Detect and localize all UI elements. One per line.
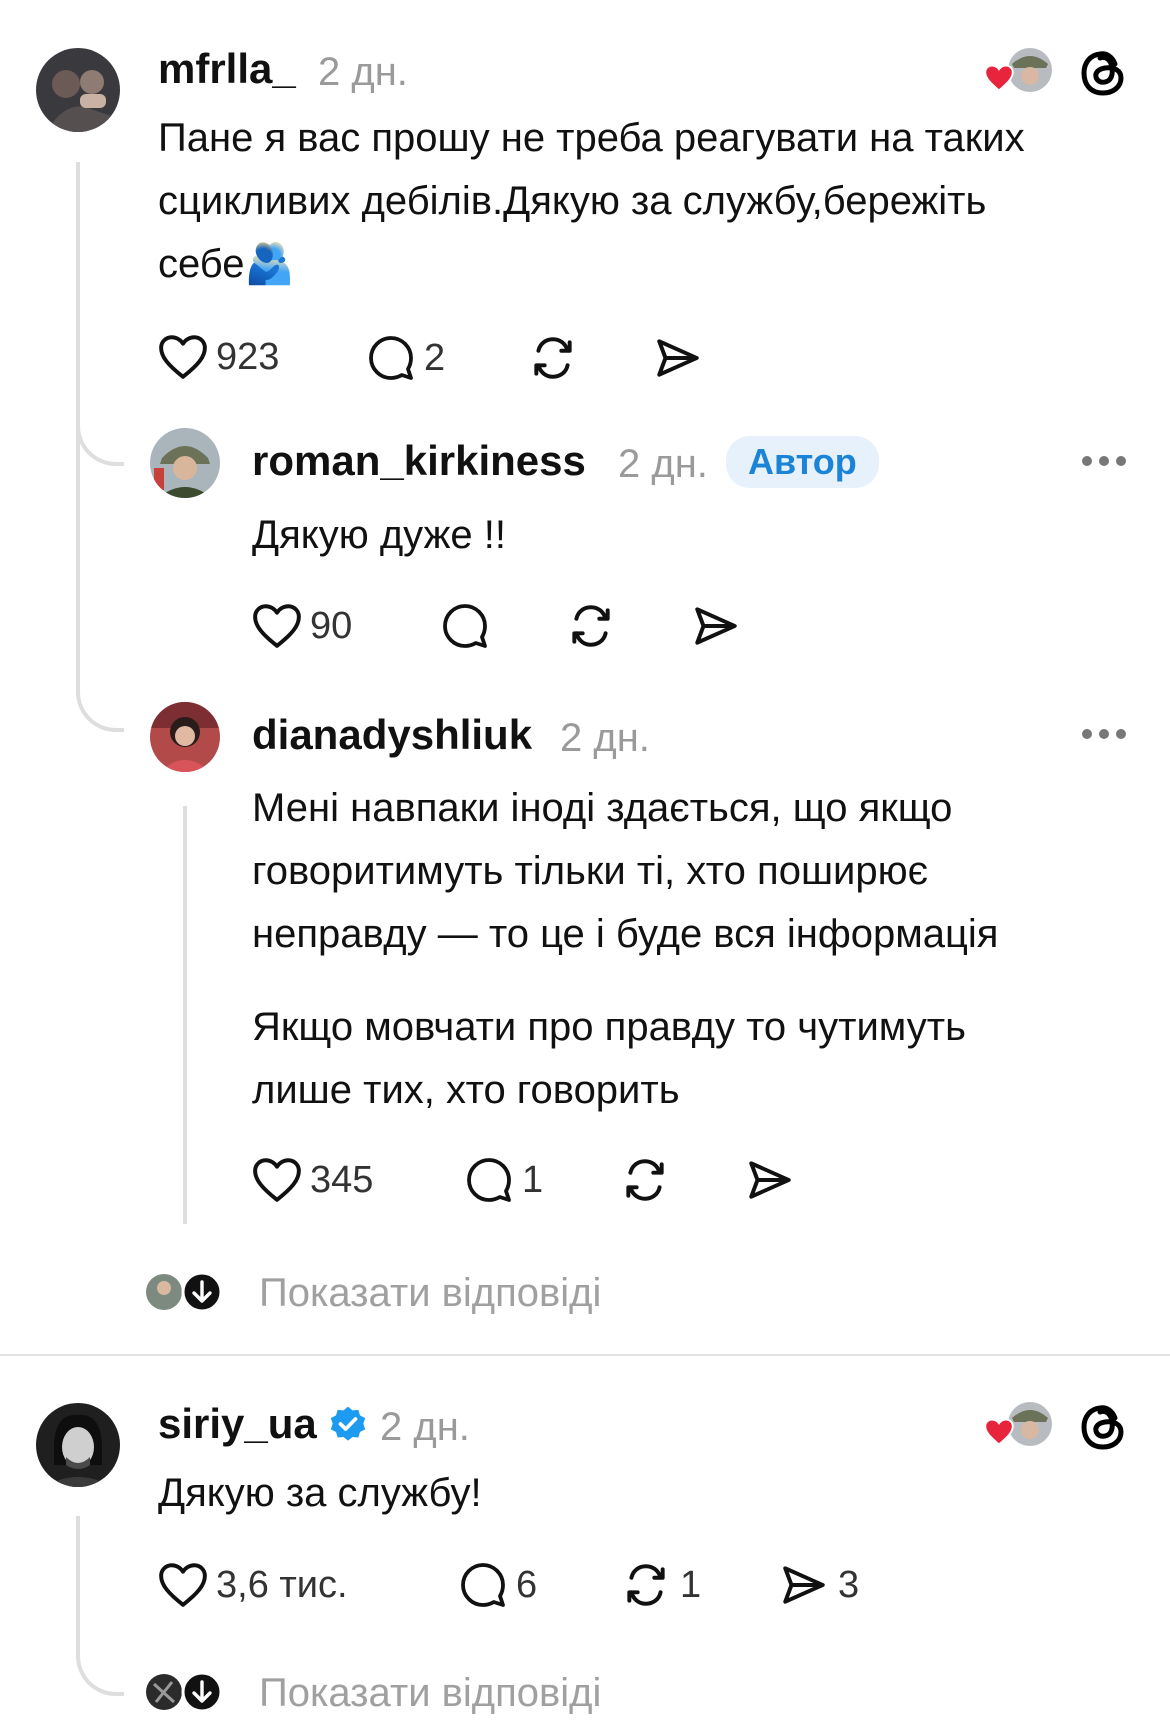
comment-icon <box>461 1563 505 1607</box>
share-icon <box>657 339 699 377</box>
like-count: 90 <box>310 605 353 647</box>
replies-avatars[interactable] <box>144 1271 224 1313</box>
repost-icon <box>534 337 572 379</box>
reply-count: 6 <box>516 1564 538 1606</box>
threads-logo-icon[interactable] <box>1079 1400 1129 1459</box>
repost-count: 1 <box>680 1564 702 1606</box>
reply-count: 2 <box>424 337 446 379</box>
comment-paragraph: Мені навпаки іноді здається, що якщо гов… <box>252 786 999 956</box>
heart-icon <box>159 335 207 379</box>
comment-icon <box>443 604 487 648</box>
like-button[interactable]: 90 <box>252 603 352 649</box>
repost-button[interactable]: 1 <box>620 1560 701 1610</box>
like-button[interactable]: 923 <box>158 334 279 380</box>
timestamp: 2 дн. <box>560 716 650 760</box>
share-icon <box>783 1566 825 1604</box>
timestamp: 2 дн. <box>618 442 708 486</box>
share-icon <box>749 1161 791 1199</box>
repost-button[interactable] <box>527 333 579 383</box>
heart-icon <box>984 1418 1014 1446</box>
more-icon-dot <box>1099 729 1109 739</box>
reply-count: 1 <box>522 1159 544 1201</box>
avatar[interactable] <box>150 702 220 772</box>
liked-by-author-indicator <box>984 1400 1054 1450</box>
avatar[interactable] <box>36 48 120 132</box>
username[interactable]: roman_kirkiness <box>252 440 586 482</box>
heart-icon <box>159 1563 207 1607</box>
author-badge: Автор <box>726 436 879 488</box>
timestamp: 2 дн. <box>318 50 408 94</box>
timestamp: 2 дн. <box>380 1405 470 1449</box>
like-button[interactable]: 3,6 тис. <box>158 1562 348 1608</box>
like-count: 3,6 тис. <box>216 1564 348 1606</box>
repost-icon <box>626 1159 664 1201</box>
divider <box>0 1354 1170 1356</box>
more-options-button[interactable] <box>1082 729 1126 739</box>
share-button[interactable]: 3 <box>778 1560 859 1610</box>
comment-paragraph: Якщо мовчати про правду то чутимуть лише… <box>252 1005 966 1112</box>
share-button[interactable] <box>744 1155 796 1205</box>
username[interactable]: mfrlla_ <box>158 48 296 90</box>
more-icon-dot <box>1116 456 1126 466</box>
reply-button[interactable]: 1 <box>464 1156 543 1204</box>
more-icon <box>1082 456 1092 466</box>
repost-icon <box>627 1564 665 1606</box>
like-count: 923 <box>216 336 280 378</box>
thread-line <box>76 1516 80 1636</box>
replies-avatars[interactable] <box>144 1671 224 1713</box>
more-icon-dot <box>1116 729 1126 739</box>
share-icon <box>695 607 737 645</box>
like-button[interactable]: 345 <box>252 1157 373 1203</box>
like-count: 345 <box>310 1159 374 1201</box>
more-icon <box>1082 729 1092 739</box>
thread-line <box>183 806 187 1224</box>
comment-icon <box>467 1158 511 1202</box>
show-replies-button[interactable]: Показати відповіді <box>259 1673 601 1713</box>
comment-text: Дякую дуже !! <box>252 513 506 557</box>
heart-icon <box>984 64 1014 92</box>
share-count: 3 <box>838 1564 860 1606</box>
heart-icon <box>253 1158 301 1202</box>
more-options-button[interactable] <box>1082 456 1126 466</box>
more-icon-dot <box>1099 456 1109 466</box>
repost-icon <box>572 605 610 647</box>
thread-branch <box>76 1636 124 1696</box>
repost-button[interactable] <box>565 601 617 651</box>
heart-icon <box>253 604 301 648</box>
avatar[interactable] <box>36 1403 120 1487</box>
thread-branch <box>76 410 124 466</box>
comment-icon <box>369 336 413 380</box>
avatar[interactable] <box>150 428 220 498</box>
share-button[interactable] <box>652 333 704 383</box>
threads-logo-icon[interactable] <box>1079 46 1129 105</box>
thread-branch <box>76 676 124 732</box>
verified-icon <box>328 1405 368 1450</box>
username[interactable]: dianadyshliuk <box>252 714 532 756</box>
repost-button[interactable] <box>619 1155 671 1205</box>
reply-button[interactable]: 2 <box>366 334 445 382</box>
username[interactable]: siriy_ua <box>158 1403 317 1445</box>
reply-button[interactable]: 6 <box>458 1561 537 1609</box>
comment-text: Мені навпаки іноді здається, що якщо гов… <box>252 777 1132 1122</box>
show-replies-button[interactable]: Показати відповіді <box>259 1273 601 1313</box>
liked-by-author-indicator <box>984 46 1054 96</box>
share-button[interactable] <box>690 601 742 651</box>
comment-text: Дякую за службу! <box>158 1471 482 1515</box>
reply-button[interactable] <box>440 602 490 650</box>
comment-text: Пане я вас прошу не треба реагувати на т… <box>158 116 1025 286</box>
